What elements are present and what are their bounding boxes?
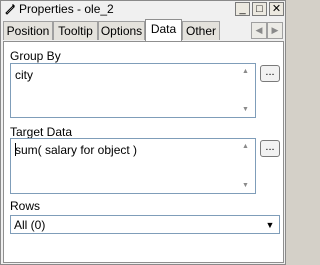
tab-options[interactable]: Options [98, 21, 145, 40]
tab-strip: Position Tooltip Options Data Other ◀ ▶ [3, 19, 285, 41]
close-button[interactable]: ✕ [269, 2, 284, 16]
scroll-up-icon[interactable]: ▲ [242, 68, 249, 75]
data-tab-panel: Group By city ▲ ▼ ... Target Data sum( s… [3, 41, 284, 263]
title-bar[interactable]: Properties - ole_2 _ □ ✕ [1, 1, 285, 18]
scroll-down-icon[interactable]: ▼ [242, 182, 249, 189]
target-data-value: sum( salary for object ) [15, 143, 138, 157]
tab-scroll: ◀ ▶ [251, 22, 283, 39]
window-title: Properties - ole_2 [19, 2, 114, 16]
target-data-label: Target Data [10, 125, 73, 139]
maximize-button[interactable]: □ [252, 2, 267, 16]
group-by-field[interactable]: city ▲ ▼ [10, 63, 256, 118]
tab-scroll-right-icon[interactable]: ▶ [267, 22, 283, 39]
tab-scroll-left-icon[interactable]: ◀ [251, 22, 267, 39]
rows-label: Rows [10, 199, 41, 213]
scroll-down-icon[interactable]: ▼ [242, 106, 249, 113]
target-data-field[interactable]: sum( salary for object ) ▲ ▼ [10, 138, 256, 194]
tab-other[interactable]: Other [182, 21, 220, 40]
properties-icon [4, 3, 16, 15]
scroll-up-icon[interactable]: ▲ [242, 143, 249, 150]
target-data-scrollbar[interactable]: ▲ ▼ [240, 140, 254, 192]
properties-window: Properties - ole_2 _ □ ✕ Position Toolti… [0, 0, 286, 265]
chevron-down-icon[interactable]: ▼ [263, 218, 277, 232]
rows-selected-value: All (0) [14, 218, 46, 232]
tab-data[interactable]: Data [145, 19, 182, 41]
target-data-browse-button[interactable]: ... [260, 140, 280, 157]
rows-dropdown[interactable]: All (0) ▼ [10, 215, 280, 234]
group-by-scrollbar[interactable]: ▲ ▼ [240, 65, 254, 116]
group-by-label: Group By [10, 49, 61, 63]
tab-tooltip[interactable]: Tooltip [53, 21, 98, 40]
group-by-value: city [15, 68, 33, 82]
tab-position[interactable]: Position [3, 21, 53, 40]
group-by-browse-button[interactable]: ... [260, 65, 280, 82]
minimize-button[interactable]: _ [235, 2, 250, 16]
